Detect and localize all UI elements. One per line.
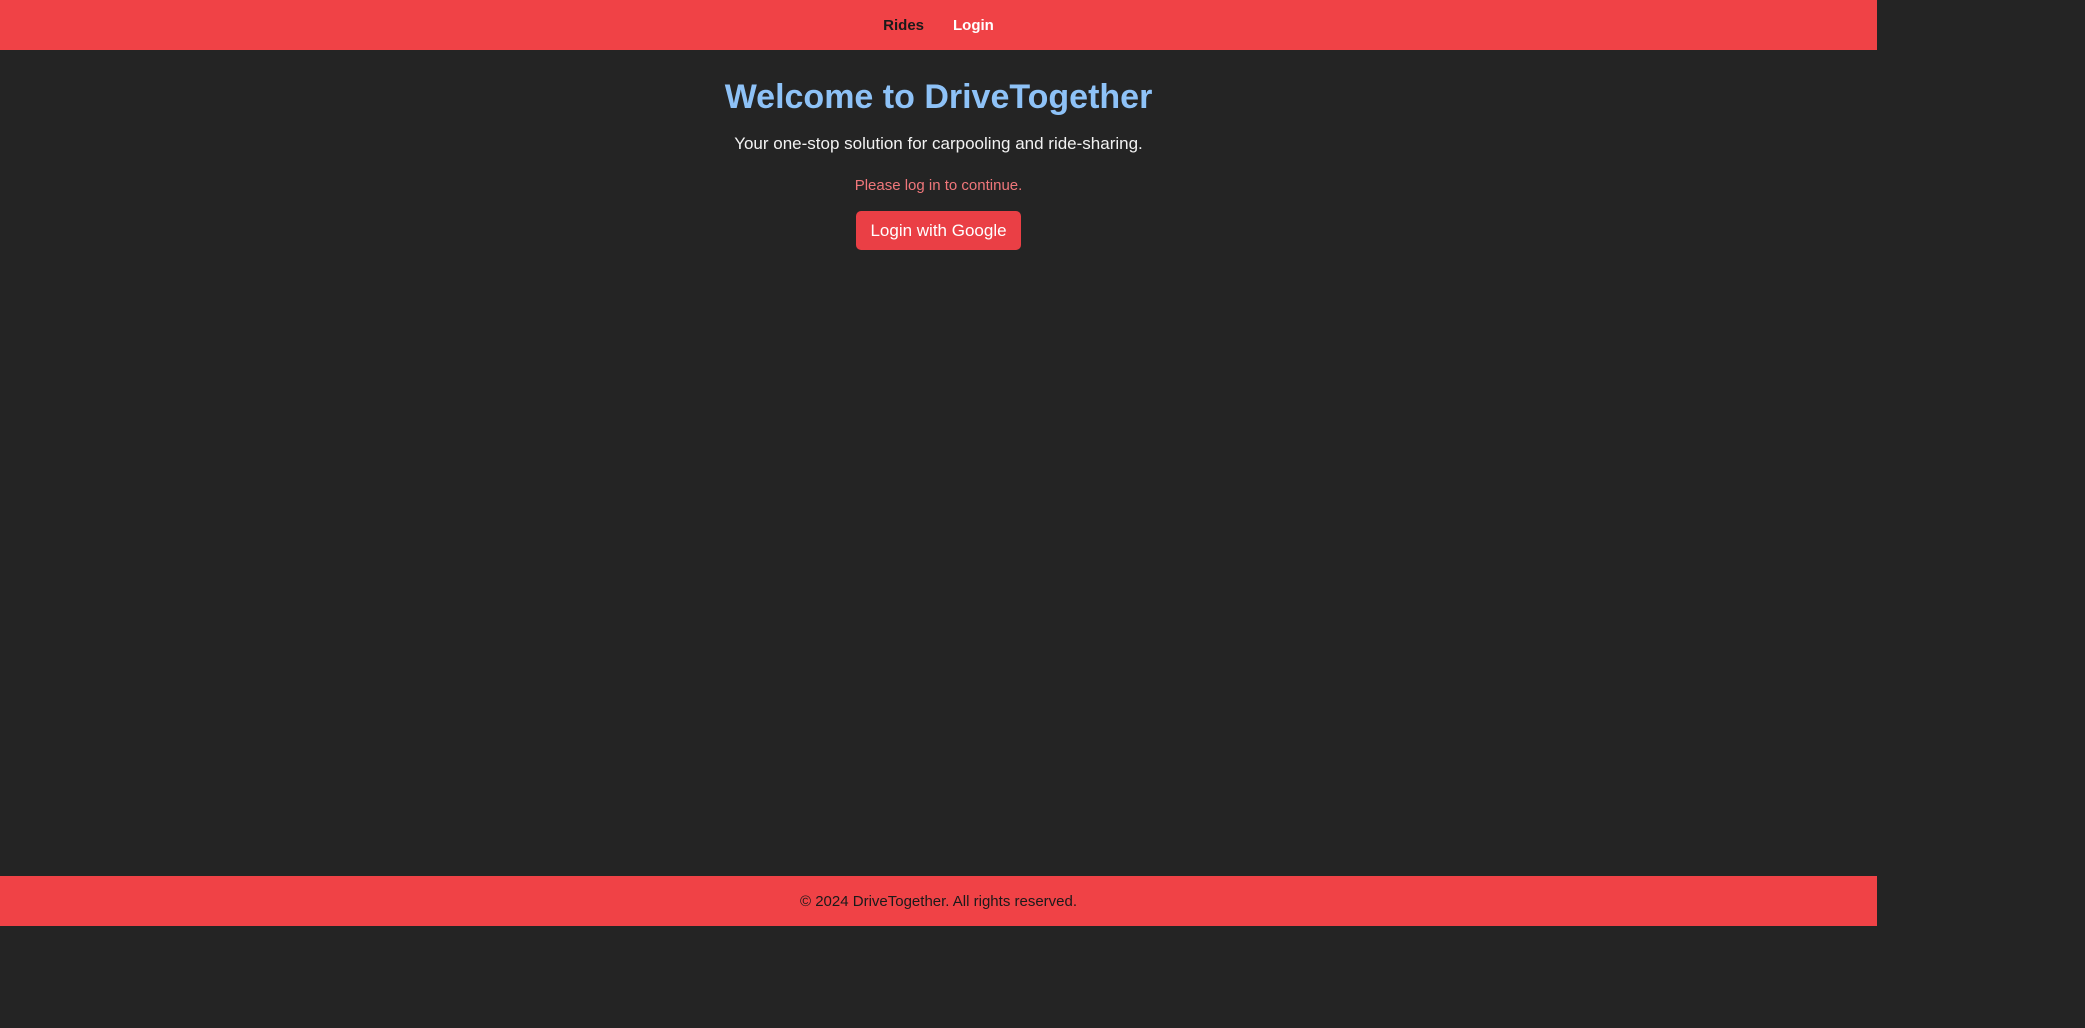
app-root: Rides Login Welcome to DriveTogether You… (0, 0, 1877, 926)
top-navbar: Rides Login (0, 0, 1877, 50)
page-subtitle: Your one-stop solution for carpooling an… (734, 134, 1143, 153)
footer-copyright: © 2024 DriveTogether. All rights reserve… (799, 892, 1078, 910)
login-notice: Please log in to continue. (854, 177, 1023, 194)
nav-link-rides[interactable]: Rides (883, 17, 924, 34)
page-title: Welcome to DriveTogether (724, 78, 1153, 116)
page-footer: © 2024 DriveTogether. All rights reserve… (0, 876, 1877, 926)
main-content: Welcome to DriveTogether Your one-stop s… (0, 50, 1877, 876)
nav-link-login[interactable]: Login (953, 17, 994, 34)
login-with-google-button[interactable]: Login with Google (856, 211, 1021, 250)
